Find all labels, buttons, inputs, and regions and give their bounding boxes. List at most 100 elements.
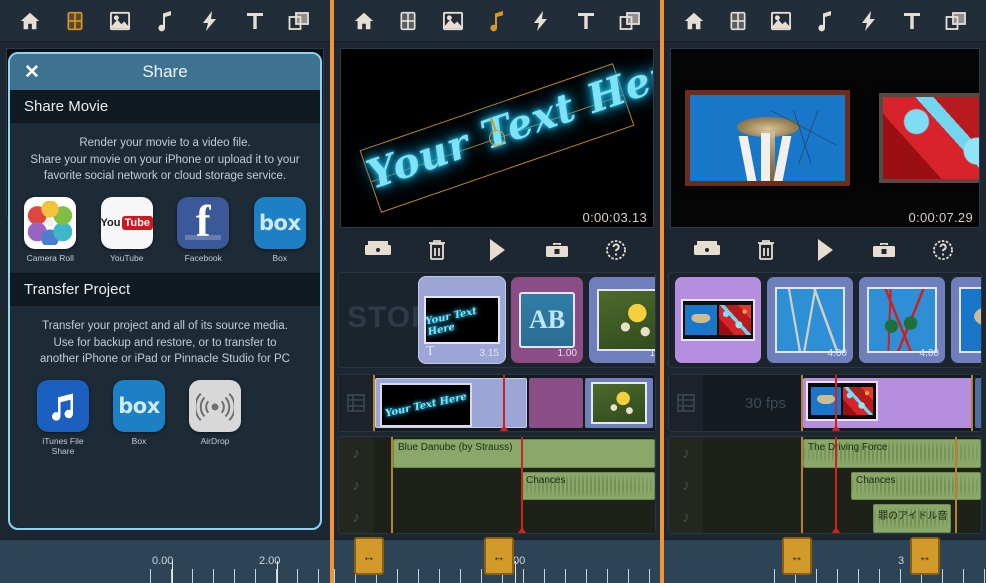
playhead[interactable] (831, 375, 841, 431)
text-overlay-selection[interactable]: Your Text Here (359, 49, 653, 213)
timeline-clip-next-a[interactable] (975, 378, 981, 428)
timeline-panel3[interactable]: 30 fps ♪ ♪ ♪ The Driving Force Chances 罪… (668, 374, 982, 534)
playhead[interactable] (517, 437, 527, 533)
layers-icon[interactable] (941, 6, 971, 36)
audio-tracks-panel3[interactable]: ♪ ♪ ♪ The Driving Force Chances 罪のアイドル音 (668, 436, 982, 534)
audio-track-lanes[interactable]: Blue Danube (by Strauss) Chances (373, 437, 655, 533)
photo-icon[interactable] (105, 6, 135, 36)
help-icon[interactable] (928, 235, 958, 265)
storyboard-clip-montage[interactable] (675, 277, 761, 363)
video-track[interactable]: Your Text Here (338, 374, 656, 432)
trim-grip-left[interactable]: ↔ (782, 537, 812, 575)
timeline-ruler-panel1[interactable]: 0.00 2.00 (0, 539, 330, 583)
effects-icon[interactable] (195, 6, 225, 36)
transfer-target-box[interactable]: box Box (108, 380, 170, 456)
share-target-facebook[interactable]: Facebook (173, 197, 234, 263)
trim-marker-out[interactable] (955, 437, 957, 533)
effects-icon[interactable] (526, 6, 556, 36)
trim-grip-right[interactable]: ↔ (910, 537, 940, 575)
music-icon[interactable] (482, 6, 512, 36)
timeline-panel2[interactable]: Your Text Here ♪ ♪ ♪ Blue Danube (by Str… (338, 374, 656, 534)
section-heading-transfer-project: Transfer Project (10, 273, 320, 307)
home-icon[interactable] (349, 6, 379, 36)
share-target-box[interactable]: box Box (250, 197, 311, 263)
timeline-clip-photo-poppy[interactable] (655, 378, 656, 428)
audio-clip[interactable]: Chances (521, 471, 655, 501)
text-icon[interactable] (897, 6, 927, 36)
close-icon[interactable]: ✕ (22, 62, 42, 83)
home-icon[interactable] (679, 6, 709, 36)
flower-photo (599, 291, 655, 349)
transfer-target-label: AirDrop (200, 436, 230, 447)
audio-track-lanes[interactable]: The Driving Force Chances 罪のアイドル音 (703, 437, 981, 533)
trash-icon[interactable] (422, 235, 452, 265)
audio-clip[interactable]: Chances (851, 471, 981, 501)
timeline-clip-photo-flower[interactable] (585, 378, 653, 428)
storyboard-panel2[interactable]: STOR Your Text Here T 3.15 AB 1.00 1.25 (338, 272, 656, 368)
timeline-ruler-panel2[interactable]: .00 ↔ ↔ (334, 537, 660, 583)
play-icon[interactable] (810, 235, 840, 265)
layers-icon[interactable] (615, 6, 645, 36)
storyboard-clip-coaster[interactable]: 4.00 (767, 277, 853, 363)
playhead[interactable] (831, 437, 841, 533)
trim-marker-in[interactable] (801, 375, 803, 431)
audio-lane[interactable]: The Driving Force (703, 437, 981, 470)
trash-icon[interactable] (751, 235, 781, 265)
project-icon[interactable] (393, 6, 423, 36)
photo-icon[interactable] (438, 6, 468, 36)
storyboard-clip-spider[interactable]: 4.00 (859, 277, 945, 363)
video-track[interactable]: 30 fps (668, 374, 982, 432)
trim-grip-right[interactable]: ↔ (484, 537, 514, 575)
audio-lane[interactable]: Chances (703, 470, 981, 503)
audio-lane[interactable]: 罪のアイドル音 (703, 502, 981, 533)
share-target-camera-roll[interactable]: Camera Roll (20, 197, 81, 263)
storyboard-clip-transition[interactable]: AB 1.00 (511, 277, 583, 363)
share-target-youtube[interactable]: You Tube YouTube (97, 197, 158, 263)
audio-clip[interactable]: Blue Danube (by Strauss) (393, 439, 655, 468)
split-icon[interactable] (692, 235, 722, 265)
trim-marker-out[interactable] (971, 375, 973, 431)
trim-marker-in[interactable] (801, 437, 803, 533)
storyboard-clip-text[interactable]: Your Text Here T 3.15 (419, 277, 505, 363)
project-icon[interactable] (60, 6, 90, 36)
timeline-ruler-panel3[interactable]: 3 ↔ ↔ (664, 537, 986, 583)
preview-panel3[interactable]: 0:00:07.29 (670, 48, 980, 228)
audio-lane[interactable]: Blue Danube (by Strauss) (373, 437, 655, 470)
storyboard-panel3[interactable]: 4.00 4.00 (668, 272, 982, 368)
text-icon[interactable] (240, 6, 270, 36)
project-icon[interactable] (723, 6, 753, 36)
audio-clip[interactable]: 罪のアイドル音 (873, 504, 951, 533)
timeline-clip-transition[interactable] (529, 378, 583, 428)
music-icon[interactable] (810, 6, 840, 36)
transfer-target-itunes[interactable]: iTunes File Share (32, 380, 94, 456)
split-icon[interactable] (363, 235, 393, 265)
video-track-body[interactable]: Your Text Here (373, 375, 655, 431)
toolbox-icon[interactable] (542, 235, 572, 265)
text-icon[interactable] (571, 6, 601, 36)
help-icon[interactable] (601, 235, 631, 265)
playhead[interactable] (499, 375, 509, 431)
ruler-ticks (150, 569, 330, 583)
trim-marker-in[interactable] (373, 375, 375, 431)
audio-tracks-panel2[interactable]: ♪ ♪ ♪ Blue Danube (by Strauss) Chances (338, 436, 656, 534)
photo-icon[interactable] (766, 6, 796, 36)
storyboard-clip-photo[interactable]: 1.25 (589, 277, 655, 363)
toolbox-icon[interactable] (869, 235, 899, 265)
trim-grip-left[interactable]: ↔ (354, 537, 384, 575)
ruler-label: 0.00 (152, 555, 174, 567)
effects-icon[interactable] (854, 6, 884, 36)
video-track-body[interactable]: 30 fps (703, 375, 981, 431)
music-icon[interactable] (150, 6, 180, 36)
audio-lane[interactable]: Chances (373, 470, 655, 503)
space-needle-photo[interactable] (685, 90, 850, 186)
home-icon[interactable] (15, 6, 45, 36)
audio-lane[interactable] (373, 502, 655, 533)
transfer-target-airdrop[interactable]: AirDrop (184, 380, 246, 456)
preview-panel2[interactable]: Your Text Here 0:00:03.13 (340, 48, 654, 228)
play-icon[interactable] (482, 235, 512, 265)
timeline-clip-montage[interactable] (803, 378, 973, 428)
storyboard-clip-needle[interactable] (951, 277, 981, 363)
layers-icon[interactable] (284, 6, 314, 36)
red-abstract-photo[interactable] (879, 93, 979, 183)
trim-marker-in[interactable] (391, 437, 393, 533)
